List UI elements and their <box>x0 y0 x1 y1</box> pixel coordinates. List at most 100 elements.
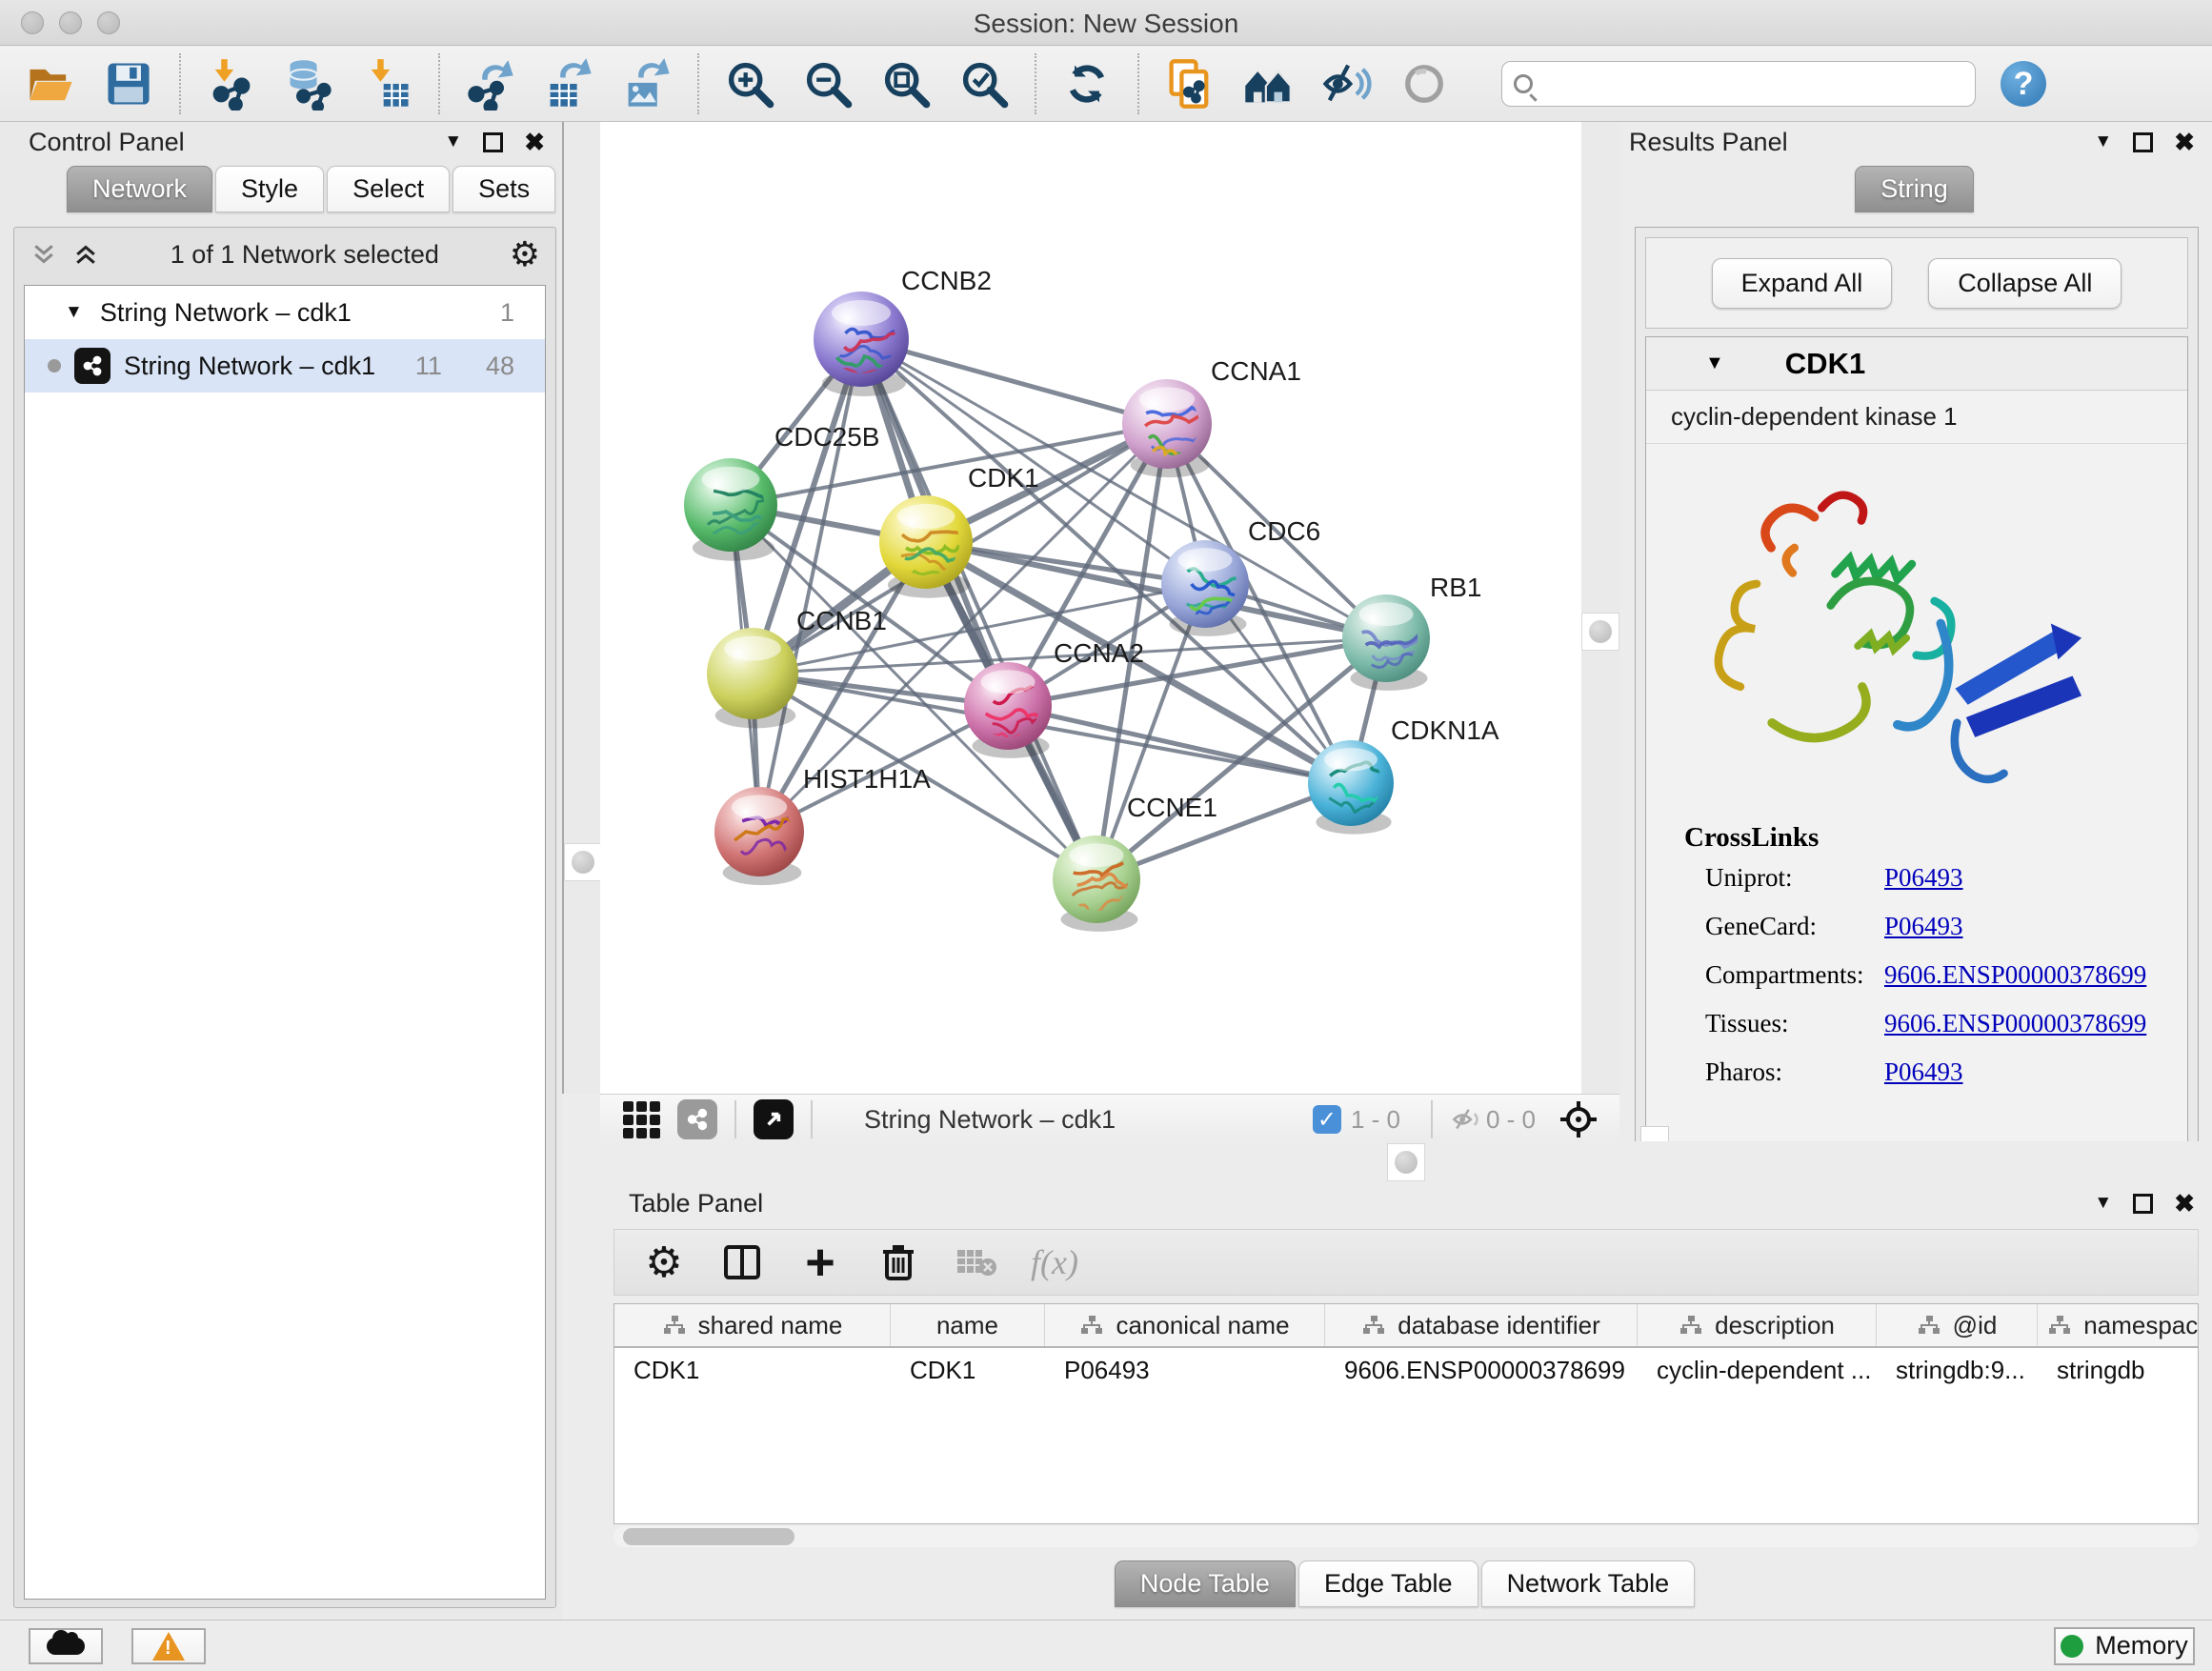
left-splitter[interactable] <box>562 122 600 1094</box>
table-options-gear-icon[interactable]: ⚙ <box>641 1239 687 1285</box>
zoom-selected-icon[interactable] <box>955 54 1014 113</box>
zoom-out-icon[interactable] <box>798 54 857 113</box>
column-header-database-identifier[interactable]: database identifier <box>1325 1304 1638 1346</box>
cloud-icon <box>47 1638 85 1655</box>
expand-all-button[interactable]: Expand All <box>1712 258 1893 309</box>
export-image-icon[interactable] <box>617 54 676 113</box>
selected-checkbox-icon[interactable]: ✓ <box>1313 1105 1341 1134</box>
tab-edge-table[interactable]: Edge Table <box>1298 1560 1478 1607</box>
tab-style[interactable]: Style <box>215 166 324 212</box>
import-network-from-database-icon[interactable] <box>280 54 339 113</box>
hide-selected-icon[interactable] <box>1317 54 1376 113</box>
float-panel-icon[interactable]: ▼ <box>444 131 462 152</box>
home-icon[interactable] <box>1238 54 1297 113</box>
network-node-RB1[interactable] <box>1342 594 1446 691</box>
network-node-CDKN1A[interactable] <box>1308 740 1406 836</box>
network-options-gear-icon[interactable]: ⚙ <box>510 234 540 274</box>
control-panel-tabs: NetworkStyleSelectSets <box>67 166 562 212</box>
table-row[interactable]: CDK1CDK1P064939606.ENSP00000378699cyclin… <box>614 1348 2198 1394</box>
help-button[interactable]: ? <box>2001 61 2046 107</box>
network-manager: 1 of 1 Network selected ⚙ ▼ String Netwo… <box>13 227 556 1608</box>
splitter-knob[interactable] <box>1395 1151 1418 1174</box>
maximize-panel-icon[interactable] <box>2133 132 2153 152</box>
network-node-HIST1H1A[interactable] <box>714 787 817 885</box>
open-session-icon[interactable] <box>21 54 80 113</box>
scrollbar-thumb[interactable] <box>623 1528 794 1545</box>
import-table-icon[interactable] <box>358 54 417 113</box>
close-panel-icon[interactable]: ✖ <box>2174 128 2195 157</box>
network-status-dot <box>48 359 61 372</box>
refresh-icon[interactable] <box>1057 54 1116 113</box>
collection-expander-icon[interactable]: ▼ <box>65 302 83 323</box>
network-collection-row[interactable]: ▼ String Network – cdk1 1 <box>25 286 545 339</box>
memory-status-dot <box>2061 1635 2083 1658</box>
collapse-all-icon[interactable] <box>30 240 58 269</box>
tab-network[interactable]: Network <box>67 166 212 212</box>
maximize-panel-icon[interactable] <box>2133 1194 2153 1214</box>
warning-icon <box>152 1632 185 1661</box>
network-node-CCNB1[interactable] <box>707 628 798 728</box>
right-splitter[interactable] <box>1581 122 1619 1094</box>
export-network-icon[interactable] <box>461 54 520 113</box>
cloud-button[interactable] <box>29 1628 103 1664</box>
network-view-icon[interactable] <box>677 1099 717 1139</box>
tab-string[interactable]: String <box>1855 166 1974 212</box>
grid-view-icon[interactable] <box>623 1101 660 1138</box>
table-tabs: Node TableEdge TableNetwork Table <box>600 1560 2212 1607</box>
column-header-canonical-name[interactable]: canonical name <box>1045 1304 1325 1346</box>
network-node-CDC6[interactable] <box>1161 540 1262 636</box>
column-header--id[interactable]: @id <box>1877 1304 2038 1346</box>
tab-node-table[interactable]: Node Table <box>1115 1560 1296 1607</box>
node-label-CCNE1: CCNE1 <box>1127 793 1217 822</box>
import-network-icon[interactable] <box>202 54 261 113</box>
network-icon <box>74 348 111 384</box>
export-table-icon[interactable] <box>539 54 598 113</box>
column-header-description[interactable]: description <box>1638 1304 1877 1346</box>
network-node-CCNB2[interactable] <box>814 292 916 396</box>
column-header-shared-name[interactable]: shared name <box>614 1304 891 1346</box>
tab-network-table[interactable]: Network Table <box>1481 1560 1696 1607</box>
copy-to-clipboard-icon[interactable] <box>1160 54 1219 113</box>
collapse-all-button[interactable]: Collapse All <box>1928 258 2122 309</box>
entry-expander-icon[interactable]: ▼ <box>1705 352 1724 374</box>
memory-button[interactable]: Memory <box>2054 1627 2195 1665</box>
zoom-in-icon[interactable] <box>720 54 779 113</box>
tab-sets[interactable]: Sets <box>452 166 555 212</box>
close-panel-icon[interactable]: ✖ <box>2174 1189 2195 1218</box>
network-node-CDK1[interactable] <box>879 495 980 603</box>
node-label-CDKN1A: CDKN1A <box>1391 715 1499 745</box>
network-row[interactable]: String Network – cdk1 11 48 <box>25 339 545 393</box>
splitter-knob[interactable] <box>572 851 594 874</box>
column-header-namespace[interactable]: namespace <box>2038 1304 2199 1346</box>
birdseye-view-icon[interactable] <box>754 1099 794 1139</box>
close-panel-icon[interactable]: ✖ <box>524 128 545 157</box>
splitter-knob[interactable] <box>1589 620 1612 643</box>
tab-select[interactable]: Select <box>327 166 450 212</box>
float-panel-icon[interactable]: ▼ <box>2094 131 2112 152</box>
delete-column-icon[interactable] <box>875 1239 921 1285</box>
crosslink-link[interactable]: P06493 <box>1884 912 1963 941</box>
search-box[interactable] <box>1501 61 1976 107</box>
horizontal-splitter[interactable] <box>600 1141 2212 1183</box>
show-columns-icon[interactable] <box>719 1239 765 1285</box>
node-label-CCNB1: CCNB1 <box>796 606 887 635</box>
show-hidden-icon[interactable] <box>1395 54 1454 113</box>
search-input[interactable] <box>1542 70 1963 99</box>
crosslink-link[interactable]: P06493 <box>1884 863 1963 893</box>
maximize-panel-icon[interactable] <box>483 132 503 152</box>
warnings-button[interactable] <box>131 1628 206 1664</box>
node-label-HIST1H1A: HIST1H1A <box>803 764 931 794</box>
fit-selected-crosshair-icon[interactable] <box>1558 1099 1599 1139</box>
table-horizontal-scrollbar[interactable] <box>613 1526 2199 1547</box>
network-node-CDC25B[interactable] <box>684 458 787 561</box>
create-column-icon[interactable]: + <box>797 1239 843 1285</box>
crosslink-link[interactable]: 9606.ENSP00000378699 <box>1884 960 2146 990</box>
expand-all-icon[interactable] <box>71 240 100 269</box>
zoom-fit-icon[interactable] <box>876 54 935 113</box>
column-header-name[interactable]: name <box>891 1304 1045 1346</box>
float-panel-icon[interactable]: ▼ <box>2094 1193 2112 1214</box>
save-session-icon[interactable] <box>99 54 158 113</box>
network-canvas[interactable]: CCNB2CCNA1CDC25BCDK1CDC6RB1CCNB1CCNA2CDK… <box>600 122 1581 1094</box>
crosslink-link[interactable]: 9606.ENSP00000378699 <box>1884 1009 2146 1038</box>
crosslink-link[interactable]: P06493 <box>1884 1057 1963 1087</box>
